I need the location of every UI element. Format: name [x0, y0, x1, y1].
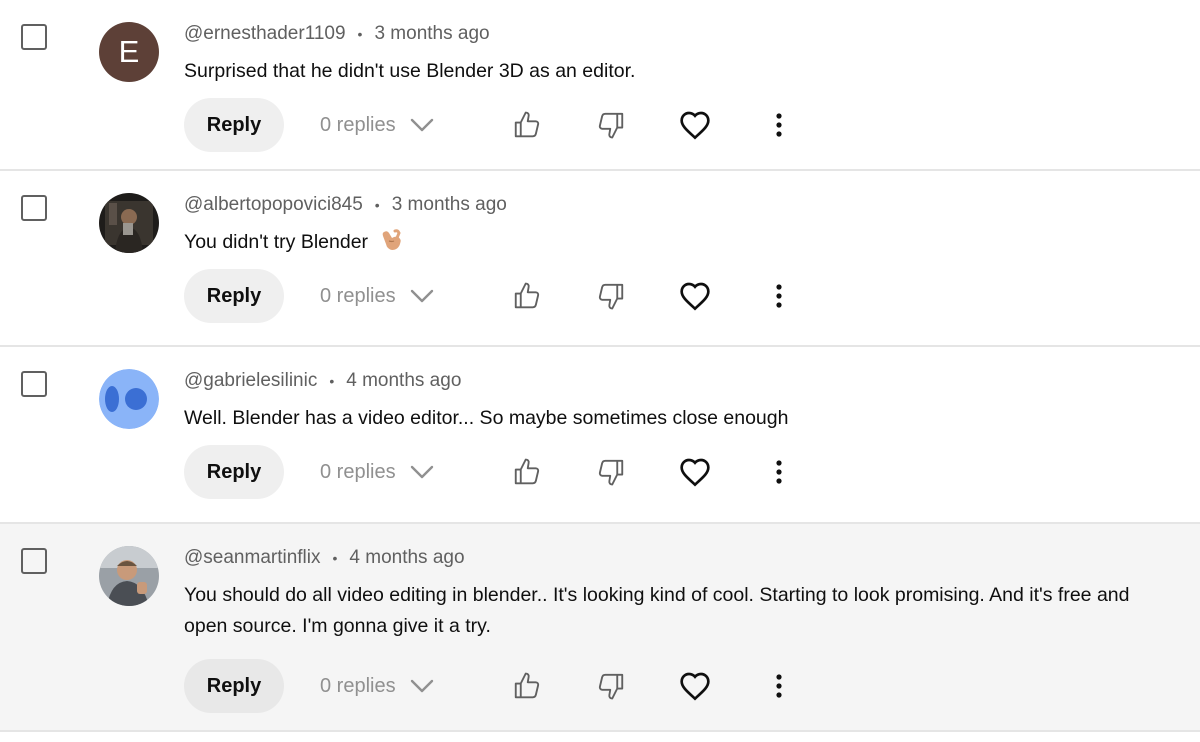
chevron-down-icon: [410, 465, 434, 479]
separator-dot: •: [329, 373, 335, 389]
comment-list: E @ernesthader1109 • 3 months ago Surpri…: [0, 0, 1200, 742]
replies-count: 0 replies: [320, 460, 396, 483]
replies-count: 0 replies: [320, 674, 396, 697]
heart-icon[interactable]: [676, 277, 714, 315]
select-checkbox[interactable]: [21, 371, 47, 397]
more-vert-icon[interactable]: [760, 453, 798, 491]
comment-content: @ernesthader1109 • 3 months ago Surprise…: [184, 22, 1160, 87]
chevron-down-icon: [410, 679, 434, 693]
author-name[interactable]: @seanmartinflix: [184, 547, 321, 569]
comment-meta: @gabrielesilinic • 4 months ago: [184, 369, 1160, 393]
comment-text: Well. Blender has a video editor... So m…: [184, 407, 789, 429]
comment-meta: @seanmartinflix • 4 months ago: [184, 546, 1160, 570]
avatar[interactable]: [99, 546, 159, 606]
call-me-hand-emoji: [381, 228, 403, 262]
thumbs-down-icon[interactable]: [592, 453, 630, 491]
author-name[interactable]: @albertopopovici845: [184, 194, 363, 216]
thumbs-up-icon[interactable]: [508, 667, 546, 705]
thumbs-up-icon[interactable]: [508, 453, 546, 491]
comment-text: You didn't try Blender: [184, 231, 369, 253]
author-name[interactable]: @ernesthader1109: [184, 23, 346, 45]
avatar[interactable]: [99, 369, 159, 429]
avatar[interactable]: [99, 193, 159, 253]
comment-row: E @ernesthader1109 • 3 months ago Surpri…: [0, 0, 1200, 171]
comment-content: @albertopopovici845 • 3 months ago You d…: [184, 193, 1160, 262]
comment-text: Surprised that he didn't use Blender 3D …: [184, 60, 636, 82]
thumbs-up-icon[interactable]: [508, 106, 546, 144]
avatar[interactable]: E: [99, 22, 159, 82]
thumbs-down-icon[interactable]: [592, 667, 630, 705]
comment-row: @gabrielesilinic • 4 months ago Well. Bl…: [0, 347, 1200, 524]
comment-content: @gabrielesilinic • 4 months ago Well. Bl…: [184, 369, 1160, 434]
chevron-down-icon: [410, 289, 434, 303]
comment-meta: @albertopopovici845 • 3 months ago: [184, 193, 1160, 217]
replies-toggle[interactable]: 0 replies: [320, 285, 434, 308]
thumbs-up-icon[interactable]: [508, 277, 546, 315]
reply-button[interactable]: Reply: [184, 269, 284, 323]
comment-content: @seanmartinflix • 4 months ago You shoul…: [184, 546, 1160, 642]
replies-toggle[interactable]: 0 replies: [320, 114, 434, 137]
comment-actions: Reply 0 replies: [184, 659, 782, 713]
replies-count: 0 replies: [320, 284, 396, 307]
avatar-letter: E: [118, 34, 140, 69]
comment-actions: Reply 0 replies: [184, 98, 782, 152]
heart-icon[interactable]: [676, 667, 714, 705]
comment-age: 4 months ago: [346, 370, 462, 391]
chevron-down-icon: [410, 118, 434, 132]
thumbs-down-icon[interactable]: [592, 106, 630, 144]
select-checkbox[interactable]: [21, 24, 47, 50]
author-name[interactable]: @gabrielesilinic: [184, 370, 317, 392]
separator-dot: •: [332, 550, 338, 566]
comment-age: 4 months ago: [349, 547, 465, 568]
more-vert-icon[interactable]: [760, 667, 798, 705]
replies-toggle[interactable]: 0 replies: [320, 461, 434, 484]
comment-meta: @ernesthader1109 • 3 months ago: [184, 22, 1160, 46]
comment-age: 3 months ago: [391, 194, 507, 215]
more-vert-icon[interactable]: [760, 106, 798, 144]
select-checkbox[interactable]: [21, 195, 47, 221]
comment-actions: Reply 0 replies: [184, 269, 782, 323]
heart-icon[interactable]: [676, 453, 714, 491]
reply-button[interactable]: Reply: [184, 659, 284, 713]
separator-dot: •: [374, 197, 380, 213]
reply-button[interactable]: Reply: [184, 445, 284, 499]
reply-button[interactable]: Reply: [184, 98, 284, 152]
comment-row: @albertopopovici845 • 3 months ago You d…: [0, 171, 1200, 347]
comment-age: 3 months ago: [374, 23, 490, 44]
thumbs-down-icon[interactable]: [592, 277, 630, 315]
select-checkbox[interactable]: [21, 548, 47, 574]
replies-count: 0 replies: [320, 113, 396, 136]
replies-toggle[interactable]: 0 replies: [320, 675, 434, 698]
separator-dot: •: [357, 26, 363, 42]
comment-actions: Reply 0 replies: [184, 445, 782, 499]
comment-text-wrapper: You didn't try Blender: [184, 227, 1144, 262]
more-vert-icon[interactable]: [760, 277, 798, 315]
heart-icon[interactable]: [676, 106, 714, 144]
comment-row: @seanmartinflix • 4 months ago You shoul…: [0, 524, 1200, 732]
comment-text: You should do all video editing in blend…: [184, 584, 1130, 637]
